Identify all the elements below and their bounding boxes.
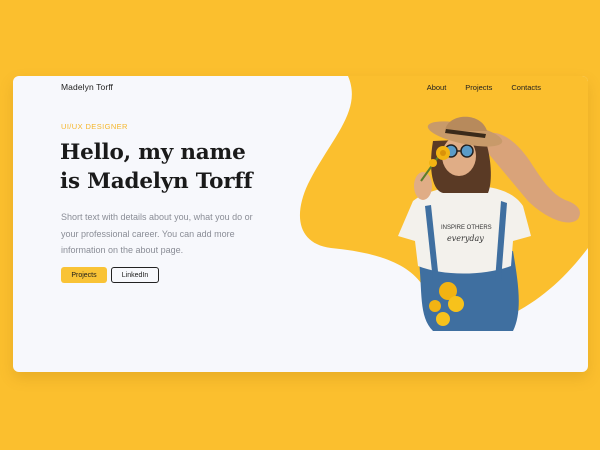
nav-link-about[interactable]: About <box>427 83 447 92</box>
brand-logo[interactable]: Madelyn Torff <box>61 82 113 92</box>
headline-line-2: is Madelyn Torff <box>60 169 253 194</box>
hero-headline: Hello, my name is Madelyn Torff <box>60 138 300 196</box>
tshirt-print-line-2: everyday <box>447 234 484 243</box>
hero-description: Short text with details about you, what … <box>61 212 253 255</box>
nav-link-contacts[interactable]: Contacts <box>511 83 541 92</box>
profile-photo: INSPIRE OTHERS everyday <box>398 116 580 331</box>
headline-line-1: Hello, my name <box>60 140 246 165</box>
hero-card: Madelyn Torff About Projects Contacts UI… <box>13 76 588 372</box>
nav-link-projects[interactable]: Projects <box>465 83 492 92</box>
role-label: UI/UX DESIGNER <box>61 122 128 131</box>
top-navigation: About Projects Contacts <box>427 83 541 92</box>
linkedin-button[interactable]: LinkedIn <box>111 267 159 283</box>
tshirt-print-line-1: INSPIRE OTHERS <box>441 225 492 231</box>
projects-button[interactable]: Projects <box>61 267 107 283</box>
